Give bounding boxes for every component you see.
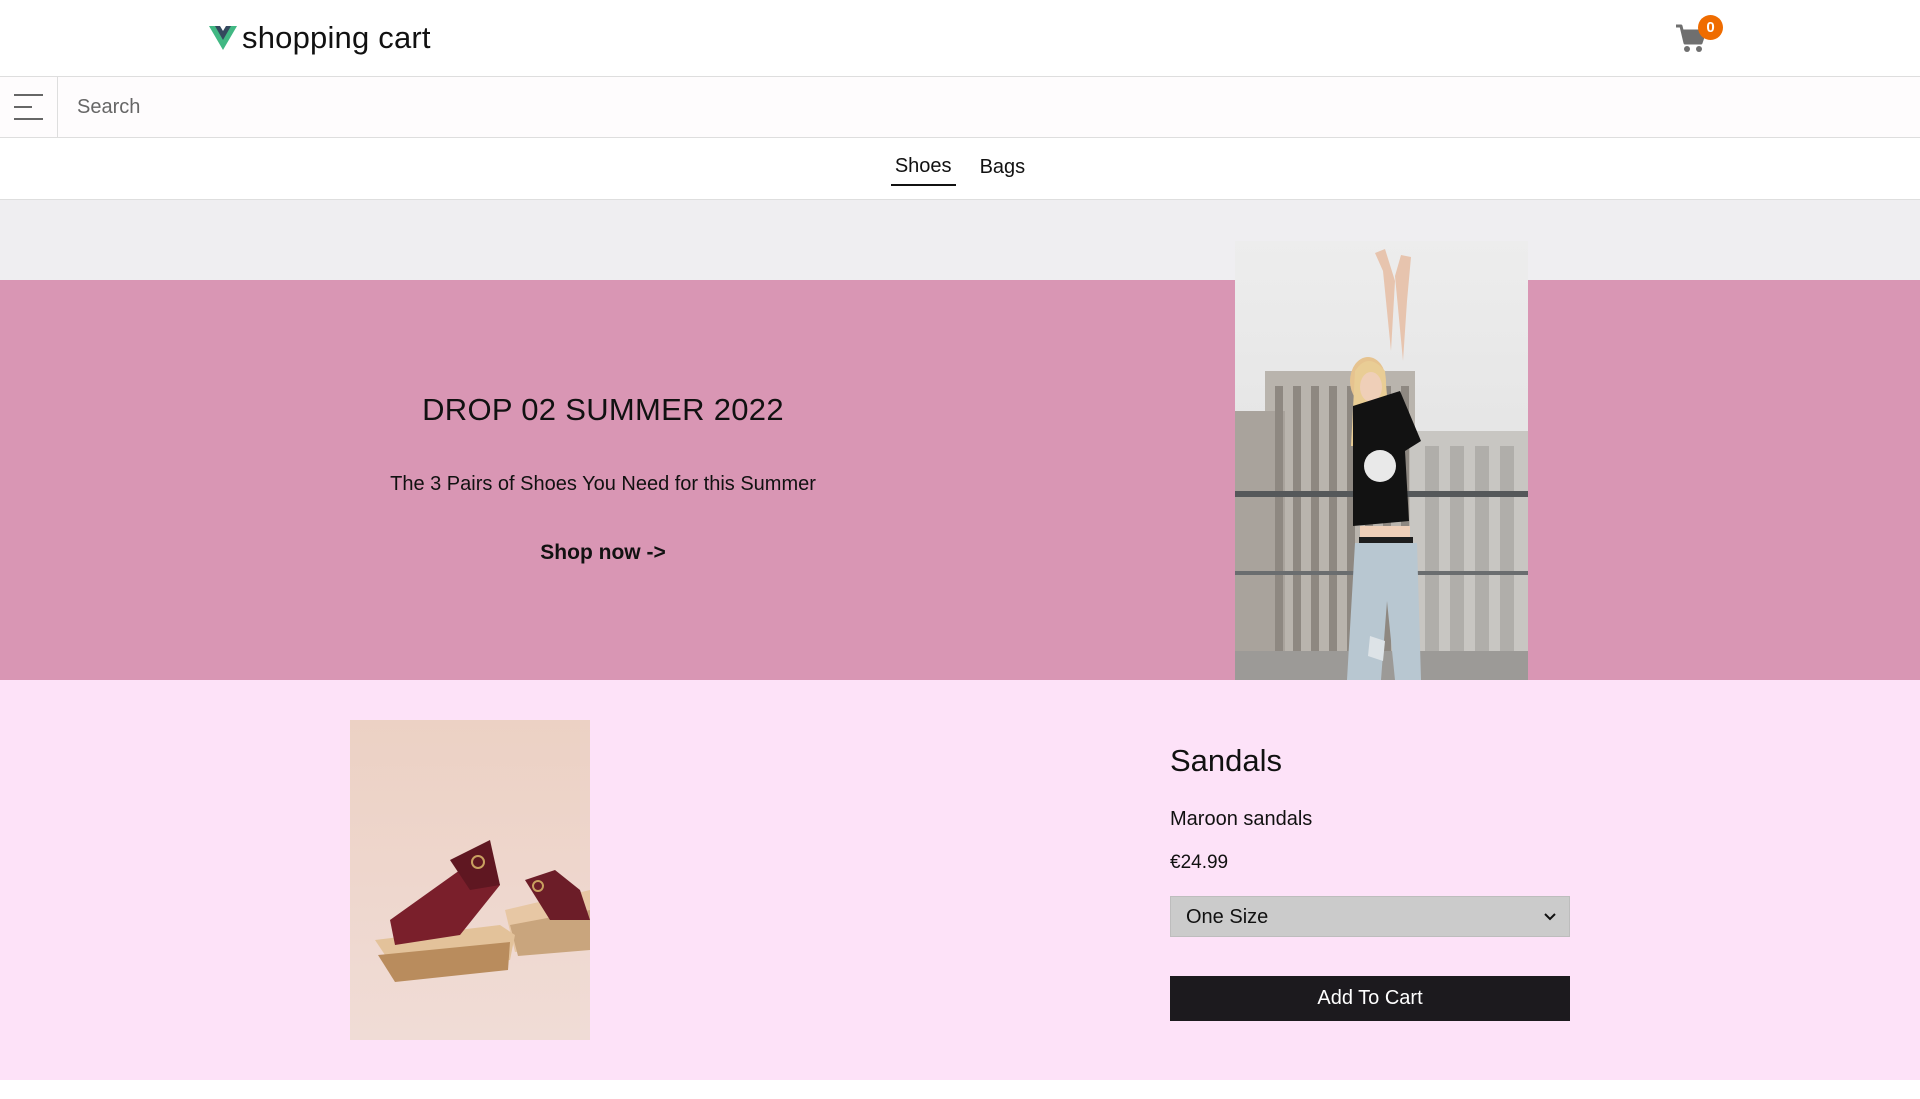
search-input[interactable] [58, 77, 1920, 137]
product-name: Sandals [1170, 743, 1283, 778]
product-photo [350, 720, 590, 1040]
cart-button[interactable]: 0 [1674, 15, 1723, 58]
cart-count-badge: 0 [1698, 15, 1723, 40]
hero-banner: DROP 02 SUMMER 2022 The 3 Pairs of Shoes… [0, 280, 1920, 680]
shopping-cart-icon [1674, 24, 1708, 58]
top-header: shopping cart 0 [0, 0, 1920, 77]
hero-photo [1235, 241, 1528, 680]
size-selected-value: One Size [1186, 906, 1269, 928]
hero-title: DROP 02 SUMMER 2022 [422, 392, 784, 427]
brand-title: shopping cart [242, 20, 431, 55]
search-bar [0, 77, 1920, 138]
hero-top-band [0, 200, 1920, 280]
size-select[interactable]: One Size [1170, 896, 1570, 937]
category-tabs: Shoes Bags [0, 138, 1920, 200]
brand[interactable]: shopping cart [209, 20, 431, 56]
shop-now-link[interactable]: Shop now -> [0, 541, 1206, 565]
tab-shoes[interactable]: Shoes [890, 151, 956, 186]
add-to-cart-button[interactable]: Add To Cart [1170, 976, 1570, 1021]
tab-bags[interactable]: Bags [976, 152, 1030, 185]
page-footer-space [0, 1080, 1920, 1099]
hero-subtitle: The 3 Pairs of Shoes You Need for this S… [390, 473, 816, 495]
chevron-down-icon [1543, 910, 1557, 929]
product-price: €24.99 [1170, 852, 1229, 873]
product-description: Maroon sandals [1170, 808, 1313, 830]
product-section: Sandals Maroon sandals €24.99 One Size A… [0, 680, 1920, 1080]
vue-logo-icon [209, 25, 237, 51]
hamburger-menu-icon[interactable] [0, 77, 58, 137]
